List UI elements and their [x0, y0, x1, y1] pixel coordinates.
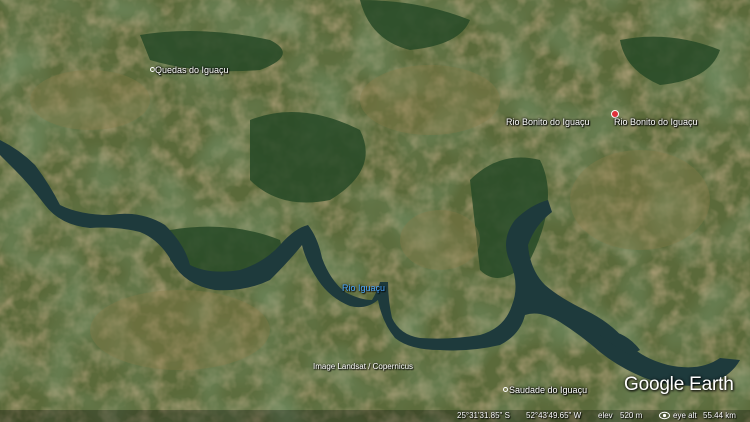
place-label-quedas[interactable]: Quedas do Iguaçu: [155, 65, 229, 75]
longitude-readout: 52°43'49.65" W: [526, 411, 582, 420]
satellite-map-view[interactable]: Quedas do Iguaçu Rio Bonito do Iguaçu Ri…: [0, 0, 750, 422]
place-marker-saudade[interactable]: [503, 387, 508, 392]
eye-altitude-readout: 55.44 km: [703, 411, 736, 420]
eye-altitude-label: eye alt: [673, 411, 697, 420]
river-label[interactable]: Rio Iguaçu: [342, 283, 385, 293]
place-label-saudade[interactable]: Saudade do Iguaçu: [509, 385, 587, 395]
latitude-readout: 25°31'31.85" S: [457, 411, 510, 420]
elevation-label: elev: [598, 411, 613, 420]
place-label-rio-bonito-pin[interactable]: Rio Bonito do Iguaçu: [614, 117, 698, 127]
elevation-readout: 520 m: [620, 411, 643, 420]
imagery-attribution: Image Landsat / Copernicus: [313, 362, 414, 371]
eye-icon: [659, 411, 670, 420]
satellite-imagery: [0, 0, 750, 422]
google-earth-logo: Google Earth: [624, 374, 734, 395]
place-label-rio-bonito[interactable]: Rio Bonito do Iguaçu: [506, 117, 590, 127]
